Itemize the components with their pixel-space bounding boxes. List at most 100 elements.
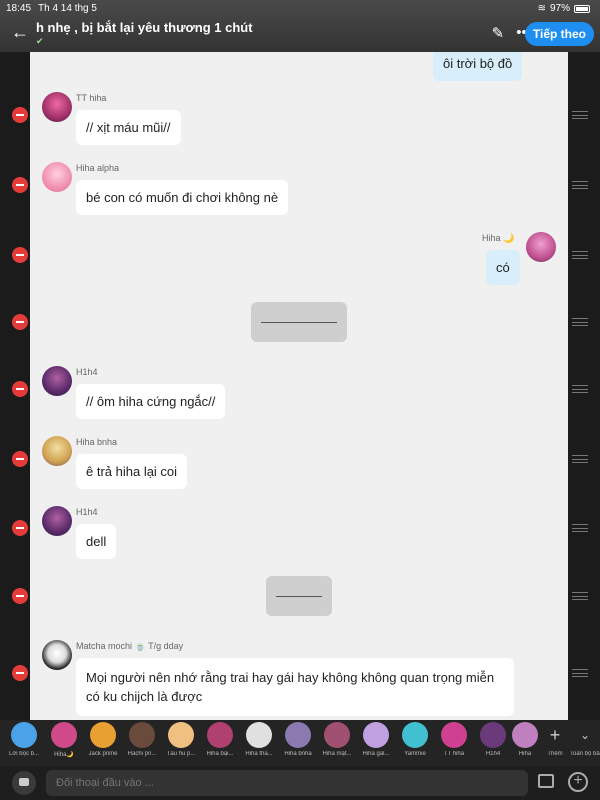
chevron-down-icon: ⌄ <box>579 728 591 742</box>
avatar[interactable] <box>42 366 72 396</box>
sender-name: Hiha 🌙 <box>482 233 515 243</box>
image-icon[interactable] <box>538 774 554 788</box>
strip-item[interactable]: Jack prime <box>83 722 123 757</box>
avatar[interactable] <box>526 232 556 262</box>
strip-item[interactable]: Hachi pri... <box>122 722 162 757</box>
sender-name: H1h4 <box>76 507 98 517</box>
more-members-button[interactable]: + Thêm <box>540 722 570 757</box>
strip-item[interactable]: Hiha🌙 <box>44 722 84 758</box>
strip-avatar <box>285 722 311 748</box>
follow-button[interactable]: Tiếp theo <box>524 22 594 46</box>
remove-message-button[interactable] <box>12 177 28 193</box>
strip-label: Hiha bại... <box>206 751 234 757</box>
strip-label: Yammie <box>404 751 426 757</box>
strip-label: Hachi pri... <box>127 751 157 757</box>
message-bubble[interactable]: // xịt máu mũi// <box>76 110 181 145</box>
strip-item[interactable]: TT hiha <box>434 722 474 757</box>
drag-handle-icon[interactable] <box>572 111 588 119</box>
remove-message-button[interactable] <box>12 247 28 263</box>
strip-item[interactable]: Hiha bại... <box>200 722 240 757</box>
strip-item[interactable]: Lời bọc b... <box>4 722 44 757</box>
member-strip: Lời bọc b... Hiha🌙 Jack prime Hachi pri.… <box>0 720 600 766</box>
strip-item[interactable]: Hiha <box>510 722 540 757</box>
strip-label: Lời bọc b... <box>9 751 39 757</box>
strip-item[interactable]: H1h4 <box>473 722 513 757</box>
strip-item[interactable]: Hiha mật... <box>317 722 357 757</box>
strip-label: Hiha bnha <box>284 751 312 757</box>
drag-handle-icon[interactable] <box>572 385 588 393</box>
sender-name: Hiha bnha <box>76 437 118 447</box>
message-bubble[interactable]: Mọi người nên nhớ rằng trai hay gái hay … <box>76 658 514 716</box>
message-bubble[interactable]: // ôm hiha cứng ngắc// <box>76 384 226 419</box>
strip-label: Hiha gal... <box>362 751 390 757</box>
chat-mode-icon[interactable] <box>12 771 36 795</box>
remove-message-button[interactable] <box>12 665 28 681</box>
strip-label: Jack prime <box>88 751 118 757</box>
strip-avatar <box>363 722 389 748</box>
input-bar: + <box>0 766 600 800</box>
chat-area: ôi trời bộ đồ TT hiha // xịt máu mũi// H… <box>30 52 568 720</box>
avatar[interactable] <box>42 162 72 192</box>
system-divider <box>261 322 337 323</box>
drag-handle-icon[interactable] <box>572 592 588 600</box>
avatar[interactable] <box>42 640 72 670</box>
all-members-button[interactable]: ⌄ Toàn bộ bảng <box>570 722 600 757</box>
drag-handle-icon[interactable] <box>572 455 588 463</box>
battery-percent: 97% <box>549 3 570 14</box>
system-message <box>266 576 332 616</box>
strip-avatar <box>129 722 155 748</box>
chat-title: h nhẹ , bị bắt lại yêu thương 1 chút <box>36 20 253 35</box>
strip-item[interactable]: Hiha gal... <box>356 722 396 757</box>
all-label: Toàn bộ bảng <box>570 751 600 757</box>
strip-item[interactable]: Hiha tha... <box>239 722 279 757</box>
strip-avatar <box>207 722 233 748</box>
strip-item[interactable]: Tàu hũ p... <box>161 722 201 757</box>
back-arrow-icon[interactable]: ← <box>10 22 30 42</box>
strip-avatar <box>402 722 428 748</box>
drag-handle-icon[interactable] <box>572 181 588 189</box>
message-input[interactable] <box>46 770 528 796</box>
remove-message-button[interactable] <box>12 381 28 397</box>
avatar[interactable] <box>42 506 72 536</box>
message-bubble-mine[interactable]: có <box>486 250 520 285</box>
strip-label: Hiha mật... <box>322 751 352 757</box>
status-bar: 18:45 Th 4 14 thg 5 ≋ 97% <box>0 2 600 16</box>
strip-item[interactable]: Yammie <box>395 722 435 757</box>
strip-item[interactable]: Hiha bnha <box>278 722 318 757</box>
message-bubble-mine[interactable]: ôi trời bộ đồ <box>433 52 523 81</box>
strip-label: Tàu hũ p... <box>166 751 196 757</box>
message-bubble[interactable]: bé con có muốn đi chơi không nè <box>76 180 289 215</box>
remove-message-button[interactable] <box>12 588 28 604</box>
battery-icon <box>574 4 590 13</box>
drag-handle-icon[interactable] <box>572 318 588 326</box>
remove-message-button[interactable] <box>12 107 28 123</box>
status-date: Th 4 14 thg 5 <box>38 3 97 14</box>
sender-name: H1h4 <box>76 367 98 377</box>
system-message <box>251 302 347 342</box>
strip-label: Hiha <box>518 751 532 757</box>
sender-name: Matcha mochi 🍵 T/g dday <box>76 641 184 651</box>
remove-message-button[interactable] <box>12 451 28 467</box>
strip-avatar <box>480 722 506 748</box>
message-bubble[interactable]: ê trả hiha lại coi <box>76 454 188 489</box>
message-bubble[interactable]: dell <box>76 524 117 559</box>
sender-name: TT hiha <box>76 93 107 103</box>
drag-handle-icon[interactable] <box>572 524 588 532</box>
sender-name: Hiha alpha <box>76 163 120 173</box>
strip-avatar <box>168 722 194 748</box>
plus-icon[interactable]: + <box>568 772 588 792</box>
drag-handle-icon[interactable] <box>572 251 588 259</box>
strip-avatar <box>324 722 350 748</box>
drag-handle-icon[interactable] <box>572 669 588 677</box>
system-divider <box>276 596 322 597</box>
edit-icon[interactable]: ✎ <box>492 24 505 42</box>
status-time: 18:45 <box>6 3 32 14</box>
avatar[interactable] <box>42 92 72 122</box>
avatar[interactable] <box>42 436 72 466</box>
strip-avatar <box>11 722 37 748</box>
remove-message-button[interactable] <box>12 314 28 330</box>
wifi-icon: ≋ <box>537 3 546 14</box>
top-bar: 18:45 Th 4 14 thg 5 ≋ 97% ← h nhẹ , bị b… <box>0 0 600 52</box>
remove-message-button[interactable] <box>12 520 28 536</box>
strip-label: Hiha🌙 <box>54 752 74 758</box>
